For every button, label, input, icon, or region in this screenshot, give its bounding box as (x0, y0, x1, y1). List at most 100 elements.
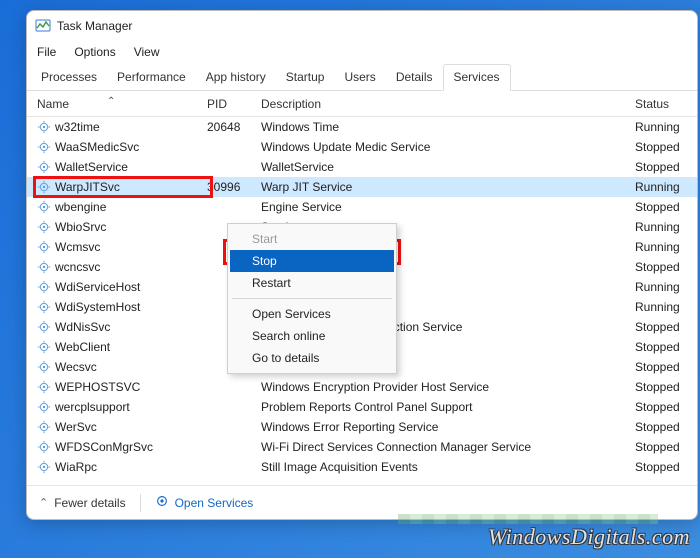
service-icon (37, 420, 51, 434)
task-manager-icon (35, 18, 51, 34)
service-icon (37, 300, 51, 314)
table-row[interactable]: WarpJITSvc30996Warp JIT ServiceRunning (27, 177, 697, 197)
tab-processes[interactable]: Processes (31, 65, 107, 90)
menu-file[interactable]: File (37, 45, 56, 59)
service-pid: 20648 (207, 120, 261, 134)
service-icon (37, 180, 51, 194)
service-name: WdNisSvc (55, 320, 110, 334)
service-icon (37, 220, 51, 234)
service-icon (37, 260, 51, 274)
service-name: WdiSystemHost (55, 300, 140, 314)
open-services-link[interactable]: Open Services (155, 494, 254, 511)
service-description: Windows Time (261, 120, 635, 134)
service-icon (37, 160, 51, 174)
service-description: Windows Error Reporting Service (261, 420, 635, 434)
menubar: File Options View (27, 41, 697, 63)
tab-services[interactable]: Services (443, 64, 511, 91)
window-title: Task Manager (57, 19, 132, 33)
task-manager-window: Task Manager File Options View Processes… (26, 10, 698, 520)
table-row[interactable]: w32time20648Windows TimeRunning (27, 117, 697, 137)
service-name: WdiServiceHost (55, 280, 140, 294)
column-description[interactable]: Description (261, 97, 635, 111)
service-icon (37, 240, 51, 254)
table-row[interactable]: WEPHOSTSVCWindows Encryption Provider Ho… (27, 377, 697, 397)
service-status: Running (635, 300, 697, 314)
column-name-label: Name (37, 97, 69, 111)
table-row[interactable]: WaaSMedicSvc Windows Update Medic Service… (27, 137, 697, 157)
fewer-details-button[interactable]: ⌃ Fewer details (39, 496, 126, 510)
service-status: Stopped (635, 140, 697, 154)
table-row[interactable]: wercplsupport Problem Reports Control Pan… (27, 397, 697, 417)
service-icon (37, 380, 51, 394)
table-row[interactable]: WalletServiceWalletServiceStopped (27, 157, 697, 177)
service-icon (37, 320, 51, 334)
service-name: wercplsupport (55, 400, 130, 414)
column-name[interactable]: Name ⌃ (37, 97, 207, 111)
tab-startup[interactable]: Startup (276, 65, 335, 90)
service-icon (37, 460, 51, 474)
service-status: Running (635, 280, 697, 294)
service-status: Stopped (635, 420, 697, 434)
tab-users[interactable]: Users (334, 65, 385, 90)
fewer-details-label: Fewer details (54, 496, 125, 510)
service-description: Wi-Fi Direct Services Connection Manager… (261, 440, 635, 454)
service-icon (37, 280, 51, 294)
titlebar[interactable]: Task Manager (27, 11, 697, 41)
service-icon (37, 200, 51, 214)
sort-ascending-icon: ⌃ (107, 96, 115, 107)
context-menu: Start Stop Restart Open Services Search … (227, 223, 397, 374)
table-row[interactable]: WiaRpcStill Image Acquisition EventsStop… (27, 457, 697, 477)
service-status: Stopped (635, 340, 697, 354)
service-description: Windows Update Medic Service (261, 140, 635, 154)
watermark-text: WindowsDigitals.com (488, 524, 690, 550)
menu-item-stop[interactable]: Stop (230, 250, 394, 272)
column-pid[interactable]: PID (207, 97, 261, 111)
gear-icon (155, 494, 169, 511)
service-description: Still Image Acquisition Events (261, 460, 635, 474)
service-status: Stopped (635, 360, 697, 374)
service-status: Stopped (635, 200, 697, 214)
service-status: Stopped (635, 320, 697, 334)
menu-item-search-online[interactable]: Search online (230, 325, 394, 347)
table-row[interactable]: WFDSConMgrSvcWi-Fi Direct Services Conne… (27, 437, 697, 457)
column-status[interactable]: Status (635, 97, 697, 111)
service-icon (37, 400, 51, 414)
table-row[interactable]: WerSvc Windows Error Reporting ServiceSto… (27, 417, 697, 437)
footer: ⌃ Fewer details Open Services (27, 485, 697, 519)
service-icon (37, 140, 51, 154)
service-name: WerSvc (55, 420, 97, 434)
service-name: WebClient (55, 340, 110, 354)
service-name: Wecsvc (55, 360, 97, 374)
tab-performance[interactable]: Performance (107, 65, 196, 90)
menu-options[interactable]: Options (74, 45, 115, 59)
menu-item-open-services[interactable]: Open Services (230, 303, 394, 325)
service-description: WalletService (261, 160, 635, 174)
service-name: WalletService (55, 160, 128, 174)
tab-app-history[interactable]: App history (196, 65, 276, 90)
service-name: WbioSrvc (55, 220, 106, 234)
footer-divider (140, 494, 141, 512)
service-description: Problem Reports Control Panel Support (261, 400, 635, 414)
service-name: wcncsvc (55, 260, 100, 274)
service-name: Wcmsvc (55, 240, 100, 254)
service-status: Stopped (635, 400, 697, 414)
menu-view[interactable]: View (134, 45, 160, 59)
open-services-label: Open Services (175, 496, 254, 510)
service-status: Stopped (635, 460, 697, 474)
service-pid: 30996 (207, 180, 261, 194)
table-row[interactable]: wbengineEngine ServiceStopped (27, 197, 697, 217)
service-status: Stopped (635, 260, 697, 274)
menu-item-go-to-details[interactable]: Go to details (230, 347, 394, 369)
service-icon (37, 340, 51, 354)
menu-separator (232, 298, 392, 299)
service-status: Stopped (635, 380, 697, 394)
service-status: Running (635, 220, 697, 234)
tab-details[interactable]: Details (386, 65, 443, 90)
service-name: wbengine (55, 200, 106, 214)
service-name: WaaSMedicSvc (55, 140, 139, 154)
service-status: Running (635, 120, 697, 134)
service-name: WEPHOSTSVC (55, 380, 140, 394)
menu-item-restart[interactable]: Restart (230, 272, 394, 294)
tabs: Processes Performance App history Startu… (27, 63, 697, 91)
chevron-up-icon: ⌃ (39, 496, 48, 509)
